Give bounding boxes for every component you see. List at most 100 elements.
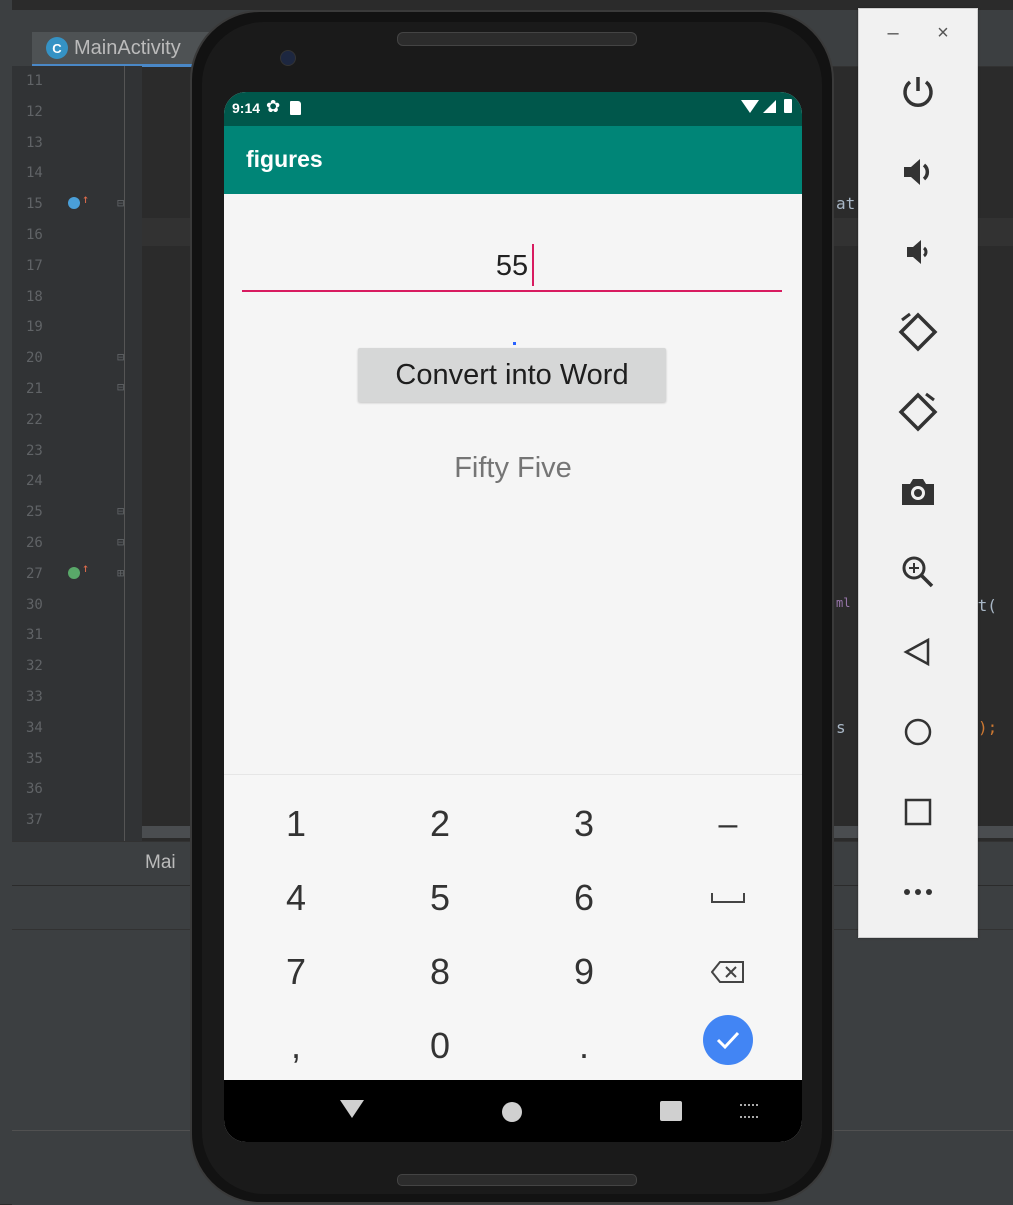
key-0[interactable]: 0 [368,1009,512,1083]
arrow-up-icon: ↑ [82,192,90,206]
done-check-icon [703,1015,753,1065]
rotate-right-icon [896,390,940,434]
navigation-bar [224,1080,802,1142]
code-fragment: ); [978,718,998,737]
volume-up-icon [898,152,938,192]
convert-button[interactable]: Convert into Word [358,348,666,402]
earpiece-speaker [397,32,637,46]
implements-marker-icon[interactable] [68,567,80,579]
editor-tab-label: MainActivity [74,36,181,59]
device-screen: 9:14 ✿ figures Convert into Word Fifty F… [224,92,802,1142]
line-number: 26 [26,534,43,551]
override-marker-icon[interactable] [68,197,80,209]
volume-down-icon [898,232,938,272]
nav-back-icon[interactable] [340,1100,364,1118]
volume-down-button[interactable] [889,223,947,281]
key-4[interactable]: 4 [224,861,368,935]
line-number: 22 [26,411,43,428]
key-8[interactable]: 8 [368,935,512,1009]
line-number: 20 [26,350,43,367]
line-number: 36 [26,781,43,798]
more-button[interactable] [889,863,947,921]
line-numbers: 11 12 13 14 15 16 17 18 19 20 21 22 23 2… [26,66,86,836]
fold-icon[interactable]: ⊟ [117,196,124,210]
nav-recents-icon[interactable] [660,1101,682,1121]
overview-icon [898,792,938,832]
key-7[interactable]: 7 [224,935,368,1009]
rotate-left-icon [896,310,940,354]
numeric-keyboard: 1 2 3 – 4 5 6 7 8 9 , 0 . [224,774,802,1081]
back-button[interactable] [889,623,947,681]
status-indicators [741,99,792,113]
app-bar: figures [224,126,802,194]
line-number: 16 [26,226,43,243]
sd-card-icon [290,101,301,115]
power-icon [898,72,938,112]
key-3[interactable]: 3 [512,787,656,861]
zoom-button[interactable] [889,543,947,601]
line-number: 19 [26,319,43,336]
key-done[interactable] [656,1003,800,1077]
back-icon [898,632,938,672]
camera-icon [898,472,938,512]
rotate-right-button[interactable] [889,383,947,441]
line-number: 25 [26,504,43,521]
space-icon [711,893,745,903]
line-number: 31 [26,627,43,644]
home-button[interactable] [889,703,947,761]
power-button[interactable] [889,63,947,121]
rotate-left-button[interactable] [889,303,947,361]
gutter-divider [124,66,125,841]
close-button[interactable]: × [931,21,955,45]
line-number: 24 [26,473,43,490]
settings-gear-icon: ✿ [266,97,281,116]
key-period[interactable]: . [512,1009,656,1083]
class-icon: C [46,37,68,59]
main-content: Convert into Word Fifty Five [224,194,802,774]
wifi-icon [741,99,759,113]
keyboard-switch-icon[interactable] [740,1104,758,1118]
line-number: 21 [26,380,43,397]
front-camera [280,50,296,66]
expand-icon[interactable]: ⊞ [117,566,124,580]
line-number: 14 [26,165,43,182]
fold-icon[interactable]: ⊟ [117,535,124,549]
more-icon [898,872,938,912]
bottom-panel-label[interactable]: Mai [145,852,176,874]
minimize-button[interactable]: – [881,21,905,45]
key-1[interactable]: 1 [224,787,368,861]
cell-signal-icon [763,99,776,113]
key-6[interactable]: 6 [512,861,656,935]
key-2[interactable]: 2 [368,787,512,861]
focus-dot [513,342,516,345]
home-icon [898,712,938,752]
line-number: 23 [26,442,43,459]
code-fragment: ml [836,596,851,610]
line-number: 12 [26,103,43,120]
key-dash[interactable]: – [656,787,800,861]
text-cursor [532,244,534,286]
line-number: 30 [26,596,43,613]
ide-left-strip [0,0,12,1204]
fold-icon[interactable]: ⊟ [117,504,124,518]
key-comma[interactable]: , [224,1009,368,1083]
nav-home-icon[interactable] [502,1102,522,1122]
number-input[interactable] [242,242,782,292]
screenshot-button[interactable] [889,463,947,521]
fold-icon[interactable]: ⊟ [117,350,124,364]
key-5[interactable]: 5 [368,861,512,935]
key-space[interactable] [656,861,800,935]
key-backspace[interactable] [656,935,800,1009]
fold-icon[interactable]: ⊟ [117,380,124,394]
line-number: 18 [26,288,43,305]
emulator-device-frame: 9:14 ✿ figures Convert into Word Fifty F… [190,10,834,1204]
app-title: figures [246,146,323,172]
battery-icon [784,99,792,113]
line-number: 35 [26,750,43,767]
key-9[interactable]: 9 [512,935,656,1009]
overview-button[interactable] [889,783,947,841]
status-time: 9:14 [232,100,261,116]
line-number: 37 [26,812,43,829]
volume-up-button[interactable] [889,143,947,201]
zoom-icon [898,552,938,592]
